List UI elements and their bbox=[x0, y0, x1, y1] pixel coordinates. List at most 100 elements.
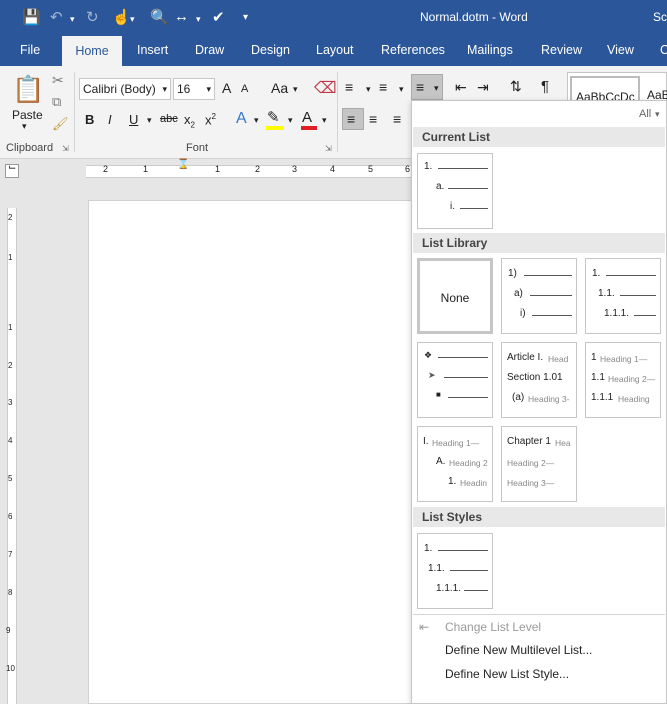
filter-all[interactable]: All bbox=[639, 108, 651, 120]
grow-font-button[interactable]: A bbox=[222, 80, 231, 96]
ruler-number: 9 bbox=[6, 626, 11, 635]
align-left-button[interactable]: ≡ bbox=[342, 108, 364, 130]
list-decimal-tile[interactable]: 1. 1.1. 1.1.1. bbox=[585, 258, 661, 334]
show-formatting-marks-button[interactable]: ¶ bbox=[541, 78, 549, 95]
increase-indent-icon[interactable]: ⇥ bbox=[477, 79, 489, 96]
tab-draw[interactable]: Draw bbox=[195, 43, 224, 57]
level-label: Article I. bbox=[507, 352, 544, 363]
format-painter-icon[interactable]: 🖌 bbox=[52, 116, 69, 132]
current-list-tile[interactable]: 1. a. i. bbox=[417, 153, 493, 229]
level-label: a. bbox=[436, 181, 445, 192]
chevron-down-icon[interactable]: ▾ bbox=[288, 115, 293, 126]
tab-more[interactable]: C bbox=[660, 43, 667, 57]
chevron-down-icon[interactable]: ▾ bbox=[147, 115, 152, 126]
font-size-combo[interactable]: 16 ▾ bbox=[173, 78, 215, 100]
font-name-combo[interactable]: Calibri (Body) ▾ bbox=[79, 78, 171, 100]
vertical-ruler[interactable]: 2 1 1 2 3 4 5 6 7 8 9 10 bbox=[0, 183, 24, 704]
diamond-bullet-icon: ❖ bbox=[424, 350, 433, 360]
print-preview-icon[interactable]: 🔍 bbox=[150, 8, 169, 26]
tab-home[interactable]: Home bbox=[62, 36, 122, 66]
redo-icon[interactable]: ↻ bbox=[86, 8, 99, 26]
group-divider bbox=[74, 72, 75, 152]
superscript-button[interactable]: x2 bbox=[205, 112, 216, 127]
ruler-number: 1 bbox=[143, 164, 149, 174]
undo-icon[interactable]: ↶ bbox=[50, 8, 63, 26]
define-new-multilevel-list-menu-item[interactable]: Define New Multilevel List... bbox=[445, 643, 592, 657]
change-case-button[interactable]: Aa bbox=[271, 80, 288, 96]
tab-review[interactable]: Review bbox=[541, 43, 582, 57]
copy-icon[interactable]: ⧉ bbox=[52, 94, 61, 110]
strikethrough-button[interactable]: abc bbox=[160, 113, 178, 125]
decrease-indent-icon[interactable]: ⇤ bbox=[455, 79, 467, 96]
tab-design[interactable]: Design bbox=[251, 43, 290, 57]
ruler-number: 10 bbox=[6, 664, 15, 673]
customize-qat-icon[interactable]: ▾ bbox=[243, 12, 248, 23]
list-heading-decimal-tile[interactable]: 1 Heading 1— 1.1 Heading 2— 1.1.1 Headin… bbox=[585, 342, 661, 418]
list-style-tile[interactable]: 1. 1.1. 1.1.1. bbox=[417, 533, 493, 609]
subscript-button[interactable]: x2 bbox=[184, 112, 195, 130]
chevron-down-icon[interactable]: ▾ bbox=[322, 115, 327, 126]
chevron-down-icon[interactable]: ▾ bbox=[162, 79, 167, 99]
ruler-track bbox=[86, 165, 416, 178]
numbering-icon[interactable]: ≡ bbox=[379, 79, 387, 95]
chevron-down-icon[interactable]: ▾ bbox=[366, 84, 371, 95]
list-none-tile[interactable]: None bbox=[417, 258, 493, 334]
list-chapter-tile[interactable]: Chapter 1 Hea Heading 2— Heading 3— bbox=[501, 426, 577, 502]
save-icon[interactable]: 💾 bbox=[22, 8, 41, 26]
ruler-number: 4 bbox=[330, 164, 336, 174]
clear-formatting-icon[interactable]: ⌫ bbox=[314, 78, 337, 98]
center-icon[interactable]: ≡ bbox=[369, 111, 377, 127]
chevron-down-icon[interactable]: ▾ bbox=[206, 79, 211, 99]
level-label: 1.1. bbox=[428, 563, 445, 574]
tab-mailings[interactable]: Mailings bbox=[467, 43, 513, 57]
list-article-tile[interactable]: Article I. Head Section 1.01 (a) Heading… bbox=[501, 342, 577, 418]
list-bullet-tile[interactable]: ❖ ➤ ■ bbox=[417, 342, 493, 418]
touch-mode-icon[interactable]: ☝ bbox=[112, 8, 131, 26]
align-right-icon[interactable]: ≡ bbox=[393, 111, 401, 127]
user-name[interactable]: Sc bbox=[653, 10, 667, 24]
paste-dropdown-icon[interactable]: ▾ bbox=[22, 121, 27, 132]
tab-references[interactable]: References bbox=[381, 43, 445, 57]
none-label: None bbox=[440, 291, 470, 305]
multilevel-list-button[interactable]: ≡ ▾ bbox=[411, 74, 443, 100]
ruler-number: 3 bbox=[8, 398, 13, 407]
chevron-down-icon[interactable]: ▾ bbox=[254, 115, 259, 126]
document-page[interactable] bbox=[88, 200, 418, 704]
heading-label: Heading bbox=[618, 394, 650, 404]
spelling-icon[interactable]: ✔ bbox=[212, 8, 225, 26]
underline-button[interactable]: U bbox=[129, 112, 138, 127]
chevron-down-icon[interactable]: ▾ bbox=[399, 84, 404, 95]
paste-button[interactable]: Paste bbox=[12, 108, 43, 122]
font-launcher-icon[interactable]: ⇲ bbox=[325, 144, 332, 153]
tab-view[interactable]: View bbox=[607, 43, 634, 57]
level-line bbox=[530, 295, 572, 296]
bullets-icon[interactable]: ≡ bbox=[345, 79, 353, 95]
cut-icon[interactable]: ✂ bbox=[52, 72, 64, 89]
level-line bbox=[532, 315, 572, 316]
bold-button[interactable]: B bbox=[85, 112, 94, 127]
font-color-button[interactable]: A bbox=[302, 109, 312, 126]
clipboard-icon[interactable]: 📋 bbox=[12, 74, 44, 105]
tab-layout[interactable]: Layout bbox=[316, 43, 354, 57]
chevron-down-icon[interactable]: ▾ bbox=[655, 109, 660, 120]
clipboard-launcher-icon[interactable]: ⇲ bbox=[62, 144, 69, 153]
indent-marker-icon[interactable]: ⌛ bbox=[177, 159, 189, 170]
tab-file[interactable]: File bbox=[20, 43, 40, 57]
italic-button[interactable]: I bbox=[108, 112, 112, 127]
chevron-down-icon[interactable]: ▾ bbox=[293, 84, 298, 95]
list-paren-tile[interactable]: 1) a) i) bbox=[501, 258, 577, 334]
tab-selector[interactable]: ⌙ bbox=[5, 162, 19, 178]
touch-dropdown-icon[interactable]: ▾ bbox=[130, 14, 135, 25]
text-effects-button[interactable]: A bbox=[236, 110, 247, 128]
define-new-list-style-menu-item[interactable]: Define New List Style... bbox=[445, 667, 569, 681]
page-width-icon[interactable]: ↔ bbox=[174, 8, 189, 25]
sort-icon[interactable]: ⇅ bbox=[510, 78, 522, 95]
group-divider bbox=[337, 72, 338, 152]
width-dropdown-icon[interactable]: ▾ bbox=[196, 14, 201, 25]
highlight-icon[interactable]: ✎ bbox=[267, 108, 280, 126]
document-name: Normal.dotm bbox=[420, 10, 489, 24]
undo-dropdown-icon[interactable]: ▾ bbox=[70, 14, 75, 25]
shrink-font-button[interactable]: A bbox=[241, 83, 248, 95]
tab-insert[interactable]: Insert bbox=[137, 43, 168, 57]
list-roman-heading-tile[interactable]: I. Heading 1— A. Heading 2 1. Headin bbox=[417, 426, 493, 502]
